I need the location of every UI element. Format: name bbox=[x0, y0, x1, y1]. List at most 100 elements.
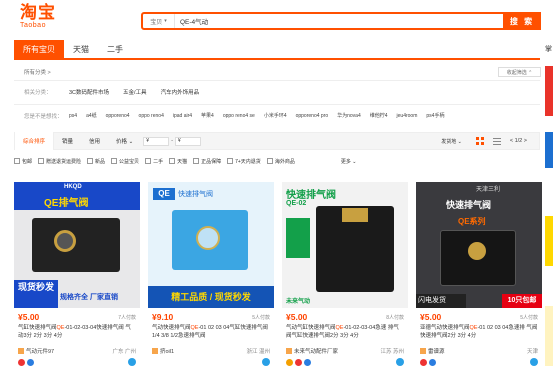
sort-price[interactable]: 价格 ⌄ bbox=[108, 132, 141, 150]
suggest-item[interactable]: opporeno4 bbox=[106, 113, 130, 119]
checkbox[interactable] bbox=[38, 158, 45, 164]
ship-from-dropdown[interactable]: 发货地 ⌄ bbox=[441, 138, 462, 145]
sort-default[interactable]: 综合排序 bbox=[15, 132, 55, 150]
search-input[interactable] bbox=[175, 14, 539, 28]
more-filters-button[interactable]: 更多 ⌄ bbox=[341, 158, 357, 165]
breadcrumb[interactable]: 所有分类 > bbox=[24, 68, 51, 76]
suggest-row: 您是不是想找： ps4 a4纸 opporeno4 oppo reno4 ipa… bbox=[14, 104, 540, 126]
filter-overseas[interactable]: 海外商品 bbox=[266, 158, 295, 165]
taobao-logo[interactable]: 淘宝 Taobao bbox=[20, 4, 64, 30]
shop-link[interactable]: 雷谱源 bbox=[420, 347, 445, 355]
filter-new[interactable]: 新品 bbox=[87, 158, 105, 165]
product-image[interactable]: HKQD QE排气阀 现货秒发 规格齐全 厂家直销 bbox=[14, 182, 140, 308]
suggest-item[interactable]: jeu4room bbox=[397, 113, 418, 119]
price-row: ¥9.10 5人付款 bbox=[152, 312, 270, 322]
suggest-label: 您是不是想找： bbox=[24, 113, 63, 120]
filter-return-insurance[interactable]: 赠送退货运费险 bbox=[38, 158, 81, 165]
product-card[interactable]: 快速排气阀 QE-02 未来气动 ¥5.00 8人付款 气动气缸快速排气阀QE-… bbox=[282, 182, 408, 374]
related-item[interactable]: 汽车内外饰用品 bbox=[161, 88, 200, 96]
suggest-item[interactable]: opporeno4 pro bbox=[296, 113, 329, 119]
list-view-icon[interactable] bbox=[493, 137, 502, 146]
search-button[interactable]: 搜 索 bbox=[503, 12, 541, 30]
pager[interactable]: < 1/2 > bbox=[510, 138, 527, 144]
product-card[interactable]: HKQD QE排气阀 现货秒发 规格齐全 厂家直销 ¥5.00 7人付款 气缸快… bbox=[14, 182, 140, 374]
location: 江苏 苏州 bbox=[380, 349, 404, 355]
badge-row bbox=[18, 358, 136, 366]
suggest-item[interactable]: ipad air4 bbox=[173, 113, 192, 119]
grid-view-icon[interactable] bbox=[476, 137, 485, 146]
related-item[interactable]: 五金/工具 bbox=[123, 88, 147, 96]
shop-link[interactable]: 气动元件97 bbox=[18, 347, 54, 355]
image-sub-text: QE-02 bbox=[286, 200, 307, 207]
image-tag-text: 现货秒发 bbox=[14, 280, 58, 308]
suggest-item[interactable]: oppo reno4 bbox=[139, 113, 164, 119]
image-top-text: 天津三利 bbox=[476, 187, 501, 193]
related-item[interactable]: 3C数码配件市场 bbox=[69, 88, 109, 96]
filter-secondhand[interactable]: 二手 bbox=[145, 158, 163, 165]
product-image[interactable]: QE 快速排气阀 精工品质 / 现货秒发 bbox=[148, 182, 274, 308]
filter-genuine[interactable]: 正品保障 bbox=[193, 158, 221, 165]
suggest-item[interactable]: 苹果4 bbox=[201, 112, 214, 119]
suggest-item[interactable]: oppo reno4 se bbox=[223, 113, 255, 119]
shop-row: 气动元件97 广东 广州 bbox=[18, 347, 136, 355]
suggest-item[interactable]: ps4 bbox=[69, 113, 77, 119]
shop-link[interactable]: 挤oil1 bbox=[152, 347, 174, 355]
suggest-item[interactable]: 维他柠4 bbox=[370, 112, 388, 119]
image-code-text: HKQD bbox=[64, 184, 82, 190]
header: 淘宝 Taobao 宝贝 ▾ 搜 索 bbox=[0, 0, 553, 36]
sort-credit[interactable]: 信用 bbox=[81, 132, 108, 150]
badge-row bbox=[286, 358, 404, 366]
product-title[interactable]: 气缸快速排气阀QE-01-02-03-04快速排气阀 气动3分 2分 3分 4分 bbox=[18, 324, 136, 340]
shop-link[interactable]: 未来气动配件厂家 bbox=[286, 347, 338, 355]
search-type-label: 宝贝 bbox=[150, 19, 163, 26]
checkbox[interactable] bbox=[14, 158, 20, 164]
price-min-input[interactable]: ¥ bbox=[143, 136, 170, 146]
suggest-item[interactable]: 华为nova4 bbox=[337, 112, 361, 119]
chat-icon[interactable] bbox=[530, 358, 538, 366]
product-title[interactable]: 气动快速排气阀QE-01 02 03 04气缸快速排气阀 1/4 3/8 1/2… bbox=[152, 324, 270, 340]
search-type-dropdown[interactable]: 宝贝 ▾ bbox=[143, 14, 175, 28]
checkbox[interactable] bbox=[227, 158, 234, 164]
tab-secondhand[interactable]: 二手 bbox=[98, 40, 132, 58]
logo-subtext: Taobao bbox=[20, 22, 46, 29]
side-ad-strip[interactable] bbox=[545, 66, 553, 386]
sort-right-controls: 发货地 ⌄ < 1/2 > bbox=[441, 133, 531, 149]
product-title[interactable]: 气动气缸快速排气阀QE-01-02-03-04急速 排气阀气缸快速排气阀2分 3… bbox=[286, 324, 404, 340]
product-image[interactable]: 天津三利 快速排气阀 QE系列 闪电发货 10只包邮 bbox=[416, 182, 542, 308]
sort-sales[interactable]: 销量 bbox=[54, 132, 81, 150]
chat-icon[interactable] bbox=[128, 358, 136, 366]
checkbox[interactable] bbox=[169, 158, 176, 164]
suggest-item[interactable]: 小米手环4 bbox=[264, 112, 287, 119]
collapse-filter-button[interactable]: 收起筛选 ⌃ bbox=[498, 67, 541, 77]
badge-row bbox=[152, 358, 270, 366]
ad-block bbox=[545, 306, 553, 366]
filter-charity[interactable]: 公益宝贝 bbox=[111, 158, 139, 165]
tab-all[interactable]: 所有宝贝 bbox=[14, 40, 64, 58]
price-max-input[interactable]: ¥ bbox=[174, 136, 201, 146]
checkbox[interactable] bbox=[87, 158, 94, 164]
filter-7day-return[interactable]: 7+天内退货 bbox=[227, 158, 261, 165]
price-row: ¥5.00 8人付款 bbox=[286, 312, 404, 322]
chat-icon[interactable] bbox=[262, 358, 270, 366]
product-card[interactable]: QE 快速排气阀 精工品质 / 现货秒发 ¥9.10 5人付款 气动快速排气阀Q… bbox=[148, 182, 274, 374]
filter-free-shipping[interactable]: 包邮 bbox=[14, 158, 32, 165]
location: 广东 广州 bbox=[112, 349, 136, 355]
side-label[interactable]: 掌 bbox=[545, 44, 552, 54]
product-title[interactable]: 亚德气动快速排气阀QE-01 02 03 04急速排 气阀快速排气阀2分 3分 … bbox=[420, 324, 538, 340]
checkbox[interactable] bbox=[111, 158, 118, 164]
related-category-row: 相关分类： 3C数码配件市场 五金/工具 汽车内外饰用品 bbox=[14, 80, 540, 102]
chat-icon[interactable] bbox=[396, 358, 404, 366]
valve-port-shape bbox=[342, 208, 368, 222]
tab-tmall[interactable]: 天猫 bbox=[64, 40, 98, 58]
checkbox[interactable] bbox=[193, 158, 200, 164]
product-image[interactable]: 快速排气阀 QE-02 未来气动 bbox=[282, 182, 408, 308]
product-card[interactable]: 天津三利 快速排气阀 QE系列 闪电发货 10只包邮 ¥5.00 5人付款 亚德… bbox=[416, 182, 542, 374]
checkbox[interactable] bbox=[145, 158, 152, 164]
filter-tmall[interactable]: 天猫 bbox=[169, 158, 187, 165]
suggest-item[interactable]: a4纸 bbox=[86, 112, 97, 119]
checkbox[interactable] bbox=[266, 158, 273, 164]
suggest-item[interactable]: ps4手柄 bbox=[426, 112, 444, 119]
badge-icon bbox=[18, 358, 25, 366]
product-price: ¥5.00 bbox=[18, 312, 40, 322]
shop-row: 未来气动配件厂家 江苏 苏州 bbox=[286, 347, 404, 355]
